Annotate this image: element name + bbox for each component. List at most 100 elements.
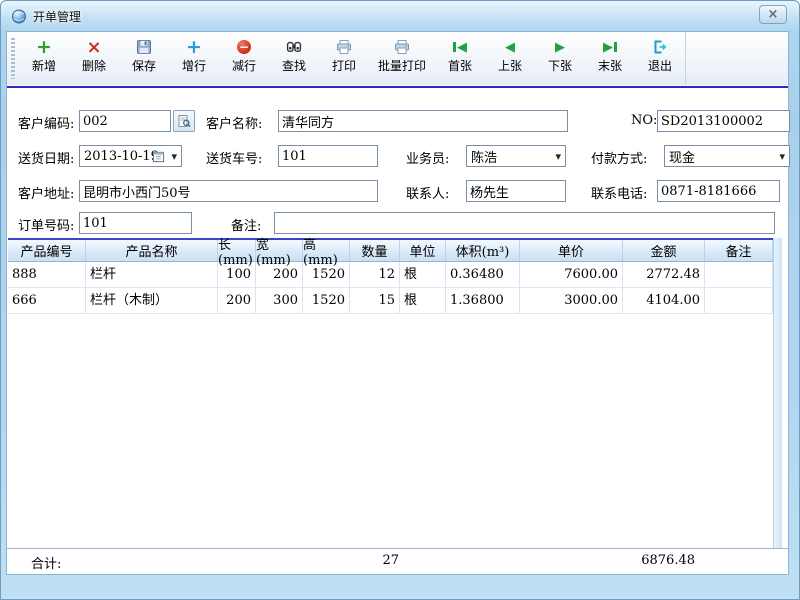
- customer-lookup-button[interactable]: [173, 110, 195, 132]
- table-header-row: 产品编号 产品名称 长(mm) 宽(mm) 高(mm) 数量 单位 体积(m³)…: [8, 238, 782, 262]
- column-header-remark[interactable]: 备注: [705, 240, 773, 261]
- arrow-left-glyph: ◀: [457, 40, 467, 55]
- cell-qty[interactable]: 15: [350, 288, 400, 313]
- batch-print-button-label: 批量打印: [378, 57, 426, 74]
- vehicle-no-input[interactable]: [278, 145, 378, 167]
- total-amount: 6876.48: [552, 553, 695, 568]
- salesman-select[interactable]: 陈浩 ▾: [466, 145, 566, 167]
- new-button[interactable]: + 新增: [21, 36, 67, 85]
- order-no-input[interactable]: [79, 212, 192, 234]
- content-panel: + 新增 × 删除 保存: [6, 31, 789, 575]
- table-row[interactable]: 888 栏杆 100 200 1520 12 根 0.36480 7600.00…: [8, 262, 782, 288]
- product-table: 产品编号 产品名称 长(mm) 宽(mm) 高(mm) 数量 单位 体积(m³)…: [8, 238, 782, 548]
- cell-height[interactable]: 1520: [303, 262, 350, 287]
- cell-unit[interactable]: 根: [400, 262, 446, 287]
- customer-code-label: 客户编码:: [18, 113, 74, 132]
- column-header-code[interactable]: 产品编号: [8, 240, 86, 261]
- customer-name-input[interactable]: [278, 110, 568, 132]
- next-record-button[interactable]: ▶ 下张: [537, 36, 583, 85]
- cell-remark[interactable]: [705, 262, 773, 287]
- cell-width[interactable]: 200: [256, 262, 303, 287]
- column-header-qty[interactable]: 数量: [350, 240, 400, 261]
- cell-volume[interactable]: 1.36800: [446, 288, 520, 313]
- address-input[interactable]: [79, 180, 378, 202]
- salesman-label: 业务员:: [406, 148, 449, 167]
- calendar-icon: [152, 150, 165, 163]
- contact-label: 联系人:: [406, 183, 449, 202]
- column-header-unit[interactable]: 单位: [400, 240, 446, 261]
- chevron-down-icon: ▾: [555, 150, 561, 163]
- payment-select[interactable]: 现金 ▾: [664, 145, 790, 167]
- cell-amount[interactable]: 4104.00: [623, 288, 705, 313]
- table-scrollbar[interactable]: [773, 238, 782, 548]
- cell-code[interactable]: 888: [8, 262, 86, 287]
- delivery-date-picker[interactable]: 2013-10-19 ▾: [79, 145, 182, 167]
- column-header-height[interactable]: 高(mm): [303, 240, 350, 261]
- printer-icon: [336, 38, 352, 56]
- cell-unit[interactable]: 根: [400, 288, 446, 313]
- contact-input[interactable]: [466, 180, 566, 202]
- column-header-width[interactable]: 宽(mm): [256, 240, 303, 261]
- delete-button-label: 删除: [82, 57, 106, 74]
- prev-record-button[interactable]: ◀ 上张: [487, 36, 533, 85]
- remove-row-button[interactable]: − 减行: [221, 36, 267, 85]
- cell-price[interactable]: 3000.00: [520, 288, 623, 313]
- delete-button[interactable]: × 删除: [71, 36, 117, 85]
- column-header-price[interactable]: 单价: [520, 240, 623, 261]
- cell-remark[interactable]: [705, 288, 773, 313]
- cell-name[interactable]: 栏杆（木制）: [86, 288, 218, 313]
- add-row-icon: +: [186, 38, 202, 56]
- no-label: NO:: [631, 113, 657, 128]
- batch-print-button[interactable]: 批量打印: [371, 36, 433, 85]
- column-header-volume[interactable]: 体积(m³): [446, 240, 520, 261]
- cell-name[interactable]: 栏杆: [86, 262, 218, 287]
- cell-length[interactable]: 100: [218, 262, 256, 287]
- phone-label: 联系电话:: [591, 183, 647, 202]
- chevron-down-icon: ▾: [779, 150, 785, 163]
- first-record-button[interactable]: ◀ 首张: [437, 36, 483, 85]
- close-button[interactable]: ×: [759, 5, 787, 24]
- cell-height[interactable]: 1520: [303, 288, 350, 313]
- delete-icon: ×: [86, 38, 101, 56]
- cell-length[interactable]: 200: [218, 288, 256, 313]
- column-header-length[interactable]: 长(mm): [218, 240, 256, 261]
- cell-width[interactable]: 300: [256, 288, 303, 313]
- cell-code[interactable]: 666: [8, 288, 86, 313]
- salesman-value: 陈浩: [471, 147, 497, 166]
- next-record-button-label: 下张: [548, 57, 572, 74]
- save-button[interactable]: 保存: [121, 36, 167, 85]
- column-header-name[interactable]: 产品名称: [86, 240, 218, 261]
- exit-door-icon: [652, 38, 668, 56]
- exit-button[interactable]: 退出: [637, 36, 683, 85]
- cell-price[interactable]: 7600.00: [520, 262, 623, 287]
- payment-value: 现金: [669, 147, 695, 166]
- exit-button-label: 退出: [648, 57, 672, 74]
- titlebar[interactable]: 开单管理 ×: [1, 1, 799, 31]
- toolbar-buttons: + 新增 × 删除 保存: [17, 32, 686, 85]
- column-header-amount[interactable]: 金额: [623, 240, 705, 261]
- table-row[interactable]: 666 栏杆（木制） 200 300 1520 15 根 1.36800 300…: [8, 288, 782, 314]
- find-button[interactable]: 查找: [271, 36, 317, 85]
- order-no-label: 订单号码:: [18, 215, 74, 234]
- total-label: 合计:: [31, 553, 61, 572]
- remark-input[interactable]: [274, 212, 775, 234]
- phone-input[interactable]: [657, 180, 780, 202]
- customer-code-input[interactable]: [79, 110, 171, 132]
- cell-amount[interactable]: 2772.48: [623, 262, 705, 287]
- customer-name-label: 客户名称:: [206, 113, 262, 132]
- app-globe-icon: [11, 8, 27, 24]
- add-row-button[interactable]: + 增行: [171, 36, 217, 85]
- add-icon: +: [36, 38, 52, 56]
- print-button[interactable]: 打印: [321, 36, 367, 85]
- last-record-button-label: 末张: [598, 57, 622, 74]
- close-icon: ×: [768, 8, 779, 21]
- first-record-icon: ◀: [453, 38, 467, 56]
- prev-record-icon: ◀: [505, 38, 515, 56]
- payment-label: 付款方式:: [591, 148, 647, 167]
- toolbar-grip[interactable]: [11, 38, 15, 79]
- last-record-button[interactable]: ▶ 末张: [587, 36, 633, 85]
- cell-qty[interactable]: 12: [350, 262, 400, 287]
- no-input[interactable]: [657, 110, 790, 132]
- cell-volume[interactable]: 0.36480: [446, 262, 520, 287]
- first-record-button-label: 首张: [448, 57, 472, 74]
